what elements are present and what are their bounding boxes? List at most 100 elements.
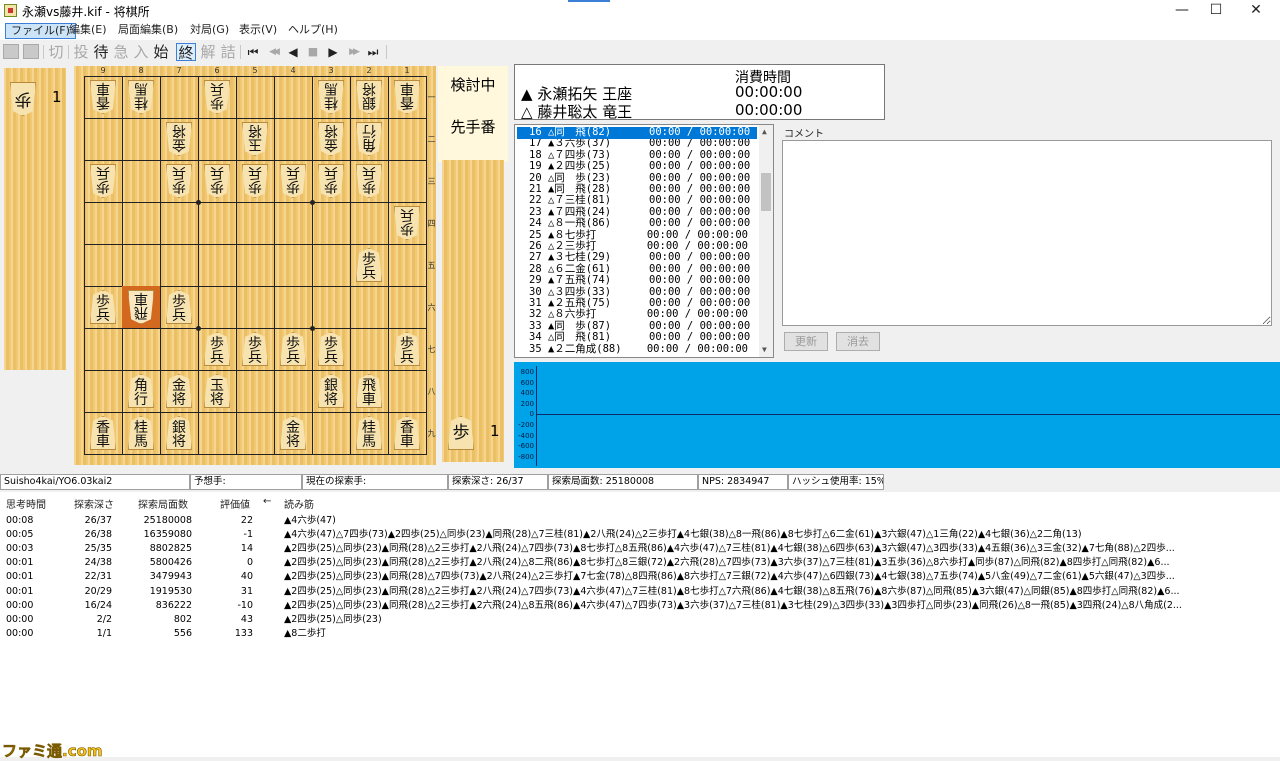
move-row[interactable]: 17 ▲３六歩(37) 00:00 / 00:00:00: [517, 138, 757, 150]
shogi-piece[interactable]: 香車: [388, 76, 426, 118]
pv-header-nodes[interactable]: 探索局面数: [138, 496, 188, 511]
move-row[interactable]: 27 ▲３七桂(29) 00:00 / 00:00:00: [517, 252, 757, 264]
shogi-piece[interactable]: 香車: [388, 412, 426, 454]
pv-row[interactable]: 00:01 24/38 5800426 0 ▲2四歩(25)△同歩(23)▲同飛(28)…: [0, 556, 1280, 570]
move-row[interactable]: 21 ▲同 飛(28) 00:00 / 00:00:00: [517, 183, 757, 196]
close-button[interactable]: ✕: [1237, 0, 1275, 22]
first-move-icon[interactable]: ⏮: [244, 43, 262, 61]
move-row[interactable]: 34 △同 飛(81) 00:00 / 00:00:00: [517, 332, 757, 344]
comment-textarea[interactable]: [782, 140, 1272, 326]
shogi-piece[interactable]: 歩兵: [312, 160, 350, 202]
shogi-piece[interactable]: 歩兵: [274, 328, 312, 370]
shogi-piece[interactable]: 金将: [160, 370, 198, 412]
shogi-piece[interactable]: 銀将: [350, 76, 388, 118]
shogi-piece[interactable]: 飛車: [350, 370, 388, 412]
move-row[interactable]: 20 △同 歩(23) 00:00 / 00:00:00: [517, 172, 757, 185]
pv-row[interactable]: 00:01 20/29 1919530 31 ▲2四歩(25)△同歩(23)▲同飛(28…: [0, 585, 1280, 599]
move-row[interactable]: 35 ▲２二角成(88) 00:00 / 00:00:00: [517, 343, 757, 356]
open-file-icon[interactable]: [23, 44, 39, 59]
start-analysis-button[interactable]: 始: [152, 43, 170, 61]
shogi-piece[interactable]: 歩兵: [388, 202, 426, 244]
shogi-piece[interactable]: 桂馬: [312, 76, 350, 118]
move-row[interactable]: 25 ▲８七歩打 00:00 / 00:00:00: [517, 229, 757, 242]
shogi-piece[interactable]: 桂馬: [122, 76, 160, 118]
shogi-piece[interactable]: 金将: [274, 412, 312, 454]
move-list[interactable]: 35 ▲２二角成(88) 00:00 / 00:00:00 34 △同 飛(81)…: [514, 124, 774, 358]
move-row[interactable]: 16 △同 飛(82) 00:00 / 00:00:00: [517, 126, 757, 139]
pv-row[interactable]: 00:00 16/24 836222 -10 ▲2四歩(25)△同歩(23)▲同飛(28…: [0, 599, 1280, 613]
move-row[interactable]: 26 △２三歩打 00:00 / 00:00:00: [517, 240, 757, 253]
menu-view[interactable]: 表示(V): [234, 23, 282, 39]
shogi-piece[interactable]: 歩兵: [160, 286, 198, 328]
move-row[interactable]: 29 ▲７五飛(74) 00:00 / 00:00:00: [517, 275, 757, 287]
entering-king-button[interactable]: 入: [132, 43, 150, 61]
shogi-piece[interactable]: 桂馬: [350, 412, 388, 454]
shogi-piece[interactable]: 銀将: [312, 370, 350, 412]
move-row[interactable]: 31 ▲２五飛(75) 00:00 / 00:00:00: [517, 297, 757, 310]
shogi-piece[interactable]: 玉将: [236, 118, 274, 160]
pv-row[interactable]: 00:00 1/1 556 133 ▲8二歩打: [0, 627, 1280, 641]
pv-row[interactable]: 00:03 25/35 8802825 14 ▲2四歩(25)△同歩(23)▲同飛(28…: [0, 542, 1280, 556]
pv-header-arrow[interactable]: ←: [263, 496, 271, 507]
menu-edit[interactable]: 編集(E): [64, 23, 112, 39]
last-move-icon[interactable]: ⏭: [364, 43, 382, 61]
forward-ten-icon[interactable]: ▶▶: [344, 43, 362, 61]
wait-button[interactable]: 待: [92, 43, 110, 61]
scroll-thumb[interactable]: [761, 173, 771, 211]
shogi-piece[interactable]: 歩兵: [274, 160, 312, 202]
pv-header-line[interactable]: 読み筋: [284, 496, 314, 511]
move-row[interactable]: 19 ▲２四歩(25) 00:00 / 00:00:00: [517, 161, 757, 173]
end-analysis-button[interactable]: 終: [176, 43, 196, 62]
stop-icon[interactable]: ■: [304, 43, 322, 61]
menu-game[interactable]: 対局(G): [185, 23, 234, 39]
menu-help[interactable]: ヘルプ(H): [283, 23, 343, 39]
pv-header-depth[interactable]: 探索深さ: [74, 496, 114, 511]
shogi-piece[interactable]: 角行: [122, 370, 160, 412]
update-button[interactable]: 更新: [784, 332, 828, 351]
new-game-icon[interactable]: [3, 44, 19, 59]
shogi-piece[interactable]: 歩兵: [84, 160, 122, 202]
shogi-piece[interactable]: 歩兵: [236, 160, 274, 202]
back-ten-icon[interactable]: ◀◀: [264, 43, 282, 61]
shogi-piece[interactable]: 歩兵: [160, 160, 198, 202]
move-row[interactable]: 22 △７三桂(81) 00:00 / 00:00:00: [517, 195, 757, 207]
resign-button[interactable]: 投: [72, 43, 90, 61]
move-list-scrollbar[interactable]: ▲ ▼: [759, 125, 773, 357]
disconnect-button[interactable]: 切: [47, 43, 65, 61]
move-row[interactable]: 33 ▲同 歩(87) 00:00 / 00:00:00: [517, 320, 757, 333]
pv-row[interactable]: 00:01 22/31 3479943 40 ▲2四歩(25)△同歩(23)▲同飛(28…: [0, 570, 1280, 584]
shogi-piece[interactable]: 歩兵: [350, 244, 388, 286]
pv-header-time[interactable]: 思考時間: [6, 496, 46, 511]
move-row[interactable]: 30 △３四歩(33) 00:00 / 00:00:00: [517, 286, 757, 299]
shogi-piece[interactable]: 歩兵: [198, 328, 236, 370]
shogi-piece[interactable]: 銀将: [160, 412, 198, 454]
pv-row[interactable]: 00:05 26/38 16359080 -1 ▲4六歩(47)△7四歩(73)▲2四歩…: [0, 528, 1280, 542]
tsume-button[interactable]: 詰: [219, 43, 237, 61]
shogi-piece[interactable]: 歩兵: [388, 328, 426, 370]
shogi-piece[interactable]: 歩兵: [84, 286, 122, 328]
hurry-button[interactable]: 急: [112, 43, 130, 61]
shogi-piece[interactable]: 歩兵: [198, 76, 236, 118]
move-row[interactable]: 28 △６二金(61) 00:00 / 00:00:00: [517, 263, 757, 276]
sente-hand-piece[interactable]: 歩: [442, 412, 480, 454]
clear-button[interactable]: 消去: [836, 332, 880, 351]
shogi-piece[interactable]: 歩兵: [236, 328, 274, 370]
shogi-piece[interactable]: 香車: [84, 76, 122, 118]
pv-header-eval[interactable]: 評価値: [220, 496, 250, 511]
solve-button[interactable]: 解: [199, 43, 217, 61]
pv-row[interactable]: 00:00 2/2 802 43 ▲2四歩(25)△同歩(23): [0, 613, 1280, 627]
scroll-up-icon[interactable]: ▲: [762, 127, 767, 136]
minimize-button[interactable]: —: [1163, 0, 1201, 22]
shogi-piece[interactable]: 歩兵: [198, 160, 236, 202]
move-row[interactable]: 32 △８六歩打 00:00 / 00:00:00: [517, 309, 757, 321]
pv-row[interactable]: 00:08 26/37 25180008 22 ▲4六歩(47): [0, 514, 1280, 528]
shogi-piece[interactable]: 歩兵: [312, 328, 350, 370]
shogi-piece[interactable]: 金将: [160, 118, 198, 160]
shogi-piece[interactable]: 飛車: [122, 286, 160, 328]
shogi-piece[interactable]: 歩兵: [350, 160, 388, 202]
maximize-button[interactable]: ☐: [1197, 0, 1235, 22]
shogi-piece[interactable]: 香車: [84, 412, 122, 454]
move-row[interactable]: 23 ▲７四飛(24) 00:00 / 00:00:00: [517, 206, 757, 219]
shogi-piece[interactable]: 金将: [312, 118, 350, 160]
menu-position-edit[interactable]: 局面編集(B): [113, 23, 183, 39]
